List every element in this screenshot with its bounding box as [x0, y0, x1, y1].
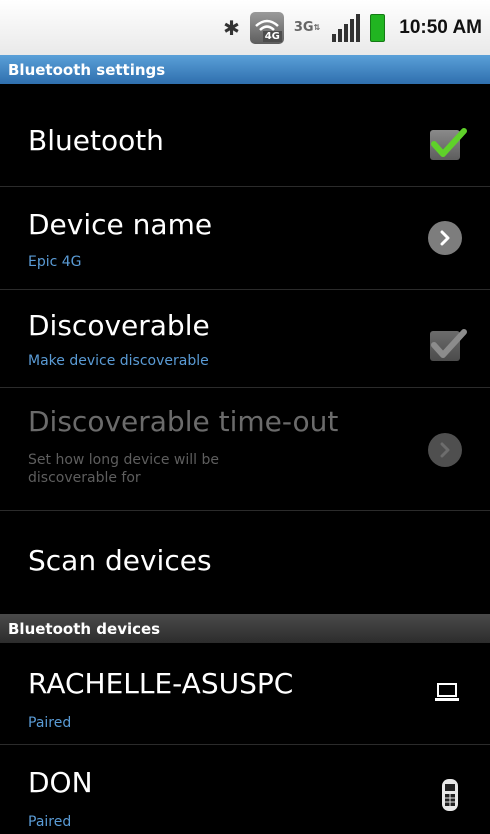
- checkmark-icon: [431, 329, 467, 358]
- device-name-value: Epic 4G: [28, 254, 82, 270]
- battery-icon: [370, 13, 386, 42]
- status-clock: 10:50 AM: [399, 16, 482, 38]
- device-name: DON: [28, 766, 93, 799]
- wifi-4g-icon: 4G: [249, 11, 284, 44]
- bluetooth-title: Bluetooth: [28, 124, 164, 157]
- device-row-rachelle-asuspc[interactable]: RACHELLE-ASUSPC Paired: [0, 643, 490, 745]
- device-status: Paired: [28, 715, 72, 731]
- status-bar: ✱ 4G 3G ⇅ 10:50 AM: [0, 0, 490, 55]
- chevron-right-icon[interactable]: [428, 221, 462, 255]
- network-badge: 4G: [262, 30, 282, 42]
- devices-section-header: Bluetooth devices: [0, 614, 490, 643]
- network-type-label: 3G: [293, 19, 314, 35]
- device-name-row[interactable]: Device name Epic 4G: [0, 188, 490, 290]
- signal-icon: [330, 13, 361, 42]
- discoverable-timeout-row: Discoverable time-out Set how long devic…: [0, 389, 490, 511]
- scan-devices-title: Scan devices: [28, 544, 212, 577]
- phone-icon: [442, 779, 458, 811]
- 3g-icon: 3G ⇅: [293, 19, 321, 35]
- checkmark-icon: [431, 128, 467, 157]
- scan-devices-row[interactable]: Scan devices: [0, 512, 490, 614]
- bluetooth-checkbox[interactable]: [430, 128, 467, 160]
- discoverable-timeout-summary: Set how long device will be discoverable…: [28, 452, 219, 486]
- screen-title: Bluetooth settings: [0, 55, 490, 84]
- discoverable-timeout-title: Discoverable time-out: [28, 405, 339, 438]
- laptop-icon: [435, 683, 459, 701]
- device-row-don[interactable]: DON Paired: [0, 746, 490, 834]
- bluetooth-icon: ✱: [223, 15, 240, 40]
- discoverable-checkbox[interactable]: [430, 329, 467, 361]
- device-name-title: Device name: [28, 208, 213, 241]
- device-name: RACHELLE-ASUSPC: [28, 667, 294, 700]
- bluetooth-toggle-row[interactable]: Bluetooth: [0, 84, 490, 187]
- discoverable-row[interactable]: Discoverable Make device discoverable: [0, 291, 490, 388]
- device-status: Paired: [28, 814, 72, 830]
- discoverable-summary: Make device discoverable: [28, 353, 209, 369]
- chevron-right-icon: [428, 433, 462, 467]
- discoverable-title: Discoverable: [28, 309, 210, 342]
